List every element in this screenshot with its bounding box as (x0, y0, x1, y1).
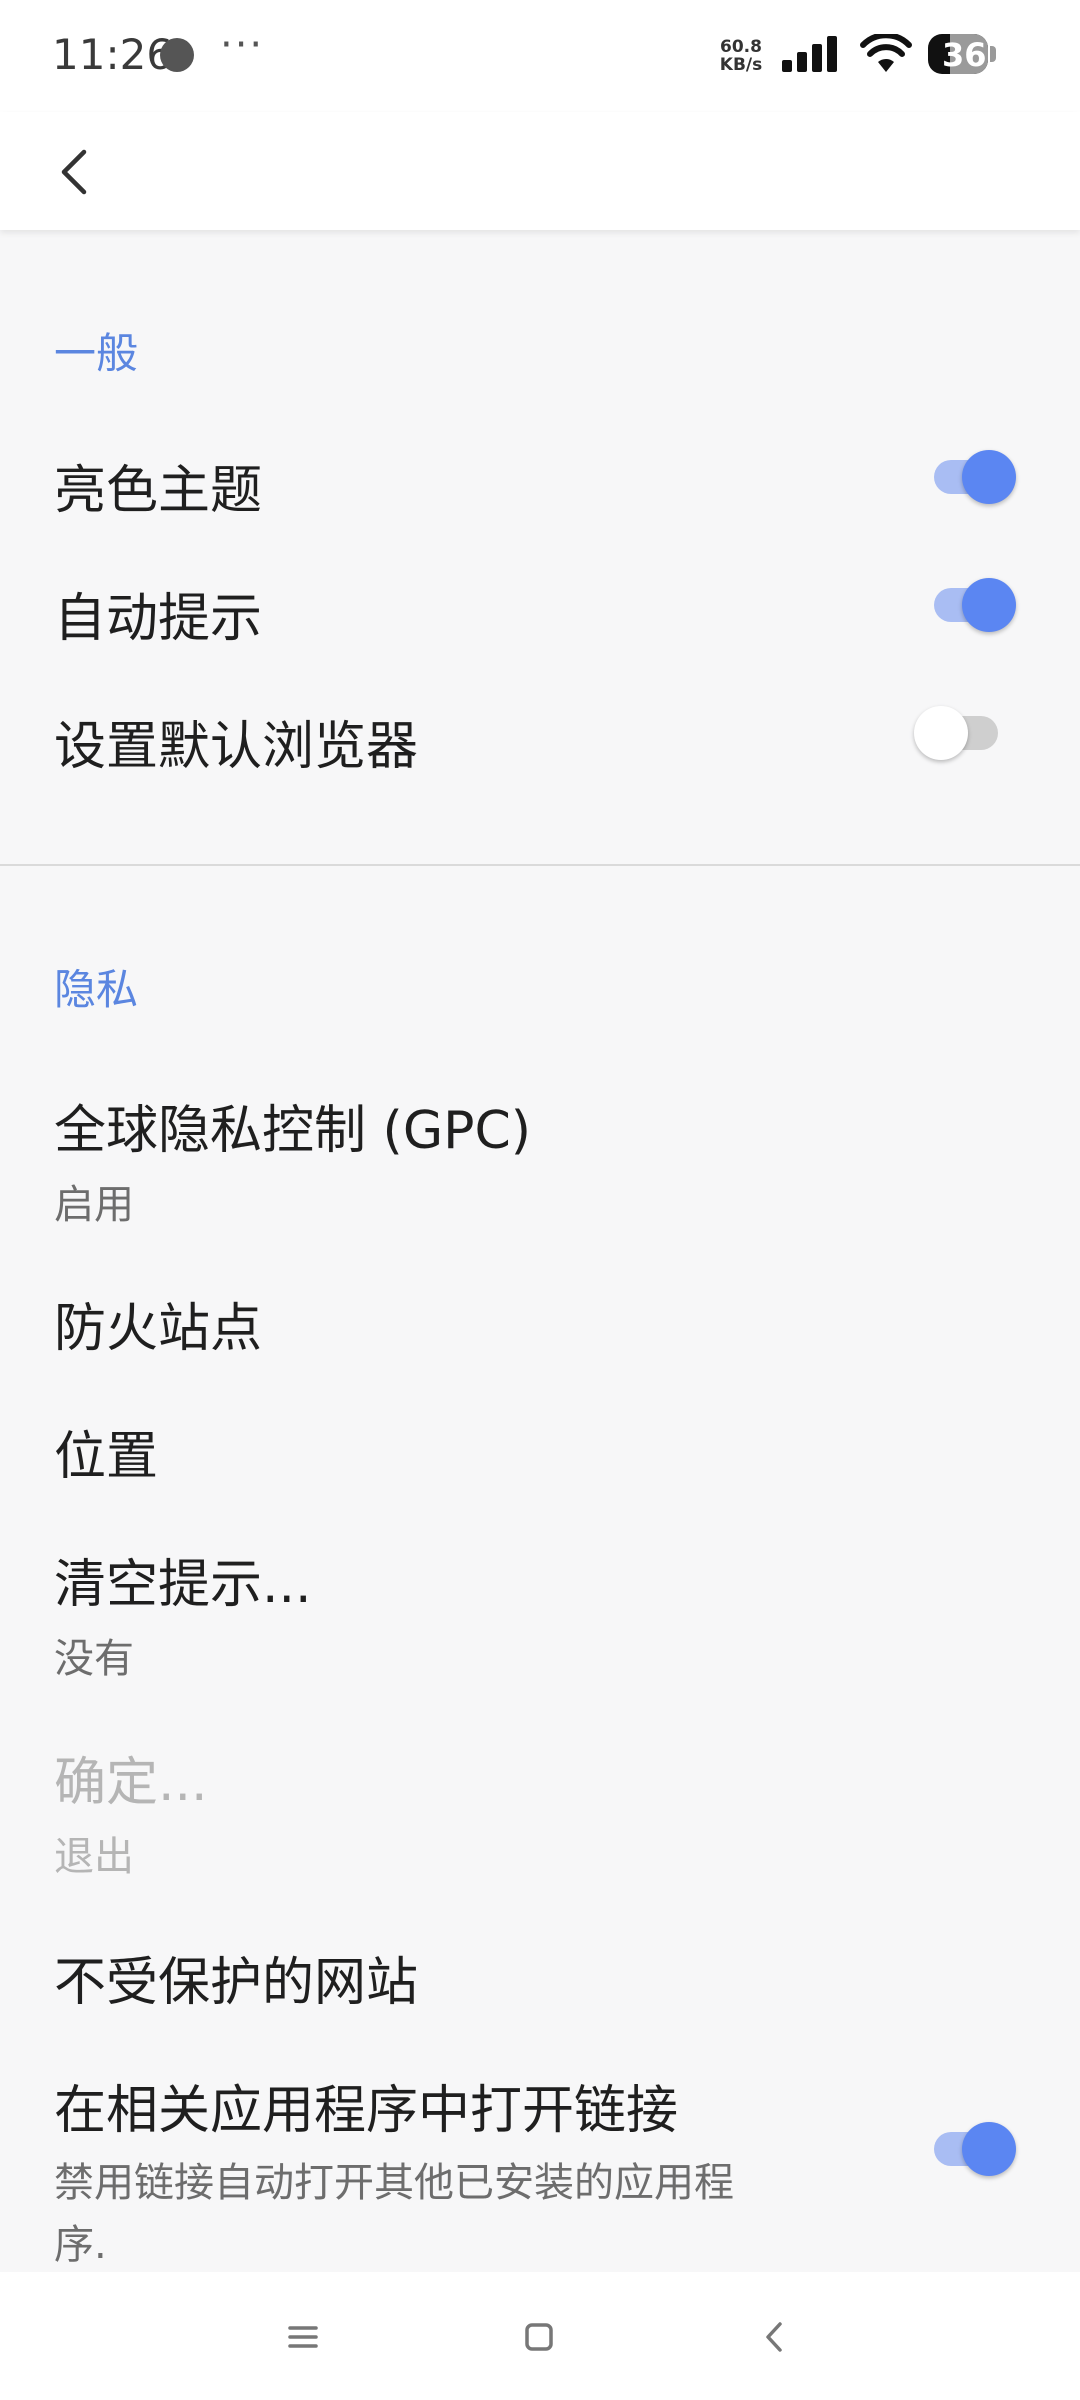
notification-dot-icon (160, 38, 194, 72)
setting-gpc-label[interactable]: 全球隐私控制 (GPC) (54, 1088, 531, 1163)
network-speed-unit: KB/s (719, 55, 763, 75)
signal-icon (782, 36, 837, 72)
setting-gpc-value: 启用 (54, 1182, 134, 1228)
network-speed: 60.8 KB/s (716, 38, 766, 74)
battery-level: 36 (942, 36, 987, 74)
battery-icon: 36 (928, 34, 996, 74)
setting-clear-data-label[interactable]: 清空提示... (54, 1542, 312, 1617)
setting-open-links-label[interactable]: 在相关应用程序中打开链接 (54, 2068, 678, 2143)
back-icon[interactable] (740, 2302, 810, 2372)
setting-confirm-value: 退出 (54, 1834, 134, 1880)
setting-location[interactable]: 位置 (54, 1414, 158, 1489)
light-theme-toggle[interactable] (926, 442, 1016, 512)
setting-autocomplete-label[interactable]: 自动提示 (54, 576, 262, 651)
more-notifications-icon: ··· (220, 22, 265, 68)
app-bar (0, 112, 1080, 230)
setting-light-theme-label[interactable]: 亮色主题 (54, 448, 262, 523)
chevron-left-icon[interactable] (44, 130, 104, 210)
network-speed-value: 60.8 (720, 37, 762, 57)
setting-open-links-desc-line1: 禁用链接自动打开其他已安装的应用程 (54, 2160, 734, 2206)
setting-default-browser-label[interactable]: 设置默认浏览器 (54, 704, 418, 779)
status-time: 11:26 (52, 30, 174, 79)
status-bar: 11:26 ··· 60.8 KB/s 36 (0, 0, 1080, 112)
setting-fireproof-sites[interactable]: 防火站点 (54, 1286, 262, 1361)
home-icon[interactable] (504, 2302, 574, 2372)
autocomplete-toggle[interactable] (926, 570, 1016, 640)
setting-confirm-label: 确定... (54, 1753, 208, 1813)
section-divider (0, 864, 1080, 866)
wifi-icon (860, 34, 912, 72)
section-title-privacy: 隐私 (54, 965, 139, 1014)
open-links-toggle[interactable] (926, 2114, 1016, 2184)
menu-icon[interactable] (268, 2302, 338, 2372)
setting-unprotected-sites[interactable]: 不受保护的网站 (54, 1940, 418, 2015)
default-browser-toggle[interactable] (914, 698, 1006, 768)
setting-open-links-desc-line2: 序. (54, 2222, 107, 2268)
section-title-general: 一般 (54, 329, 139, 378)
setting-clear-data-value: 没有 (54, 1636, 134, 1682)
system-nav-bar (0, 2272, 1080, 2400)
